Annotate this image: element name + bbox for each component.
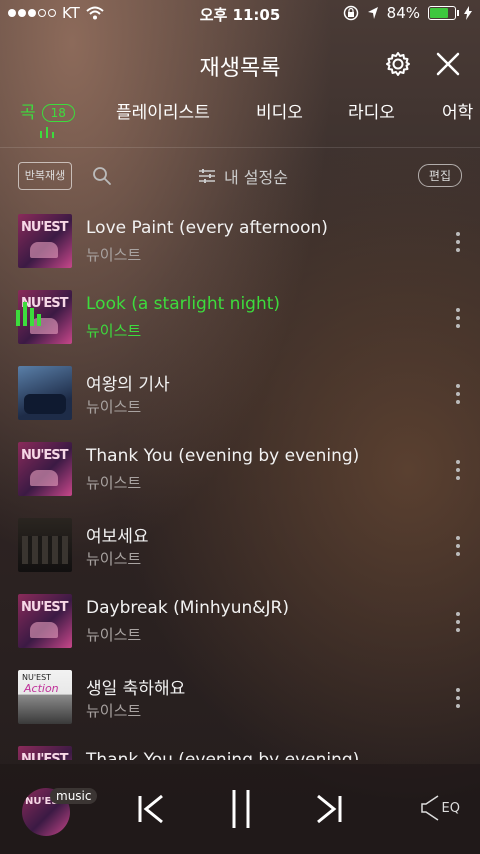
track-artist: 뉴이스트 (86, 322, 142, 340)
more-options-icon[interactable] (456, 232, 460, 256)
tab-label: 곡 (20, 103, 36, 123)
more-options-icon[interactable] (456, 384, 460, 408)
charging-icon (464, 6, 472, 20)
speaker-icon (420, 795, 438, 821)
track-row[interactable]: 여보세요 뉴이스트 (0, 504, 480, 580)
more-options-icon[interactable] (456, 612, 460, 636)
close-icon[interactable] (434, 50, 462, 78)
sort-sliders-icon (199, 169, 215, 183)
track-title: 생일 축하해요 (86, 679, 186, 699)
tab-language[interactable]: 어학 (442, 98, 473, 123)
now-playing-icon (16, 302, 41, 326)
eq-button[interactable]: EQ (420, 794, 460, 822)
divider (0, 147, 480, 148)
gear-icon[interactable] (384, 50, 412, 78)
album-art (18, 214, 72, 268)
track-title: Thank You (evening by evening) (86, 750, 360, 760)
more-options-icon[interactable] (456, 536, 460, 560)
more-options-icon[interactable] (456, 308, 460, 332)
eq-label: EQ (441, 800, 460, 816)
track-row[interactable]: Love Paint (every afternoon) 뉴이스트 (0, 200, 480, 276)
track-row[interactable]: Thank You (evening by evening) 뉴이스트 (0, 428, 480, 504)
search-icon[interactable] (92, 166, 112, 186)
more-options-icon[interactable] (456, 688, 460, 712)
track-title: 여왕의 기사 (86, 375, 170, 395)
mini-player: music EQ (0, 764, 480, 854)
track-title: Look (a starlight night) (86, 294, 281, 314)
edit-button[interactable]: 편집 (417, 164, 462, 187)
track-artist: 뉴이스트 (86, 702, 142, 720)
track-row[interactable]: Look (a starlight night) 뉴이스트 (0, 276, 480, 352)
status-right: 84% (343, 4, 472, 22)
track-artist: 뉴이스트 (86, 246, 142, 264)
next-icon[interactable] (314, 794, 344, 824)
tab-songs[interactable]: 곡 18 (20, 98, 75, 123)
music-badge: music (50, 788, 98, 804)
track-title: Thank You (evening by evening) (86, 446, 360, 466)
track-title: 여보세요 (86, 527, 149, 547)
album-art (18, 594, 72, 648)
track-artist: 뉴이스트 (86, 626, 142, 644)
track-row[interactable]: Thank You (evening by evening) (0, 732, 480, 760)
track-artist: 뉴이스트 (86, 550, 142, 568)
tab-radio[interactable]: 라디오 (348, 98, 395, 123)
previous-icon[interactable] (136, 794, 166, 824)
tab-bar: 곡 18 플레이리스트 비디오 라디오 어학 (0, 98, 480, 142)
battery-percent: 84% (386, 4, 420, 22)
equalizer-indicator-icon (40, 127, 54, 138)
track-title: Daybreak (Minhyun&JR) (86, 598, 289, 618)
track-row[interactable]: 생일 축하해요 뉴이스트 (0, 656, 480, 732)
battery-icon (428, 6, 459, 20)
album-art (18, 746, 72, 760)
song-count-badge: 18 (41, 104, 75, 122)
sort-label: 내 설정순 (224, 168, 288, 187)
tab-playlist[interactable]: 플레이리스트 (116, 98, 210, 123)
header: 재생목록 (0, 44, 480, 84)
status-bar: KT 오후 11:05 84% (0, 0, 480, 26)
album-art (18, 518, 72, 572)
album-art (18, 670, 72, 724)
pause-icon[interactable] (226, 788, 256, 830)
more-options-icon[interactable] (456, 460, 460, 484)
track-row[interactable]: 여왕의 기사 뉴이스트 (0, 352, 480, 428)
album-art (18, 366, 72, 420)
track-artist: 뉴이스트 (86, 474, 142, 492)
list-toolbar: 반복재생 내 설정순 편집 (0, 160, 480, 194)
rotation-lock-icon (343, 5, 358, 21)
track-title: Love Paint (every afternoon) (86, 218, 328, 238)
track-list: Love Paint (every afternoon) 뉴이스트 Look (… (0, 200, 480, 760)
track-artist: 뉴이스트 (86, 398, 142, 416)
location-icon (367, 7, 378, 19)
sort-button[interactable]: 내 설정순 (198, 164, 288, 188)
track-row[interactable]: Daybreak (Minhyun&JR) 뉴이스트 (0, 580, 480, 656)
tab-video[interactable]: 비디오 (256, 98, 303, 123)
repeat-button[interactable]: 반복재생 (18, 162, 72, 190)
album-art (18, 442, 72, 496)
